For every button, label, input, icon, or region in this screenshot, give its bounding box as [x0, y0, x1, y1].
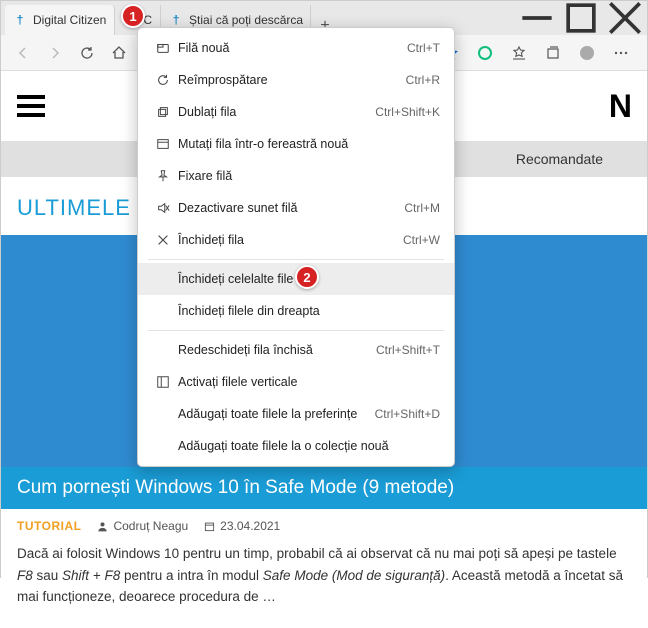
menu-separator [148, 330, 444, 331]
subnav-recommended[interactable]: Recomandate [492, 141, 627, 177]
menu-item-shortcut: Ctrl+Shift+T [376, 343, 440, 357]
menu-separator [148, 259, 444, 260]
menu-item-label: Închideți filele din dreapta [174, 304, 440, 318]
menu-item-pin[interactable]: Fixare filă [138, 160, 454, 192]
menu-button[interactable] [605, 38, 637, 68]
site-logo: N [609, 88, 631, 125]
home-button[interactable] [103, 38, 135, 68]
dup-icon [152, 105, 174, 119]
article-meta: TUTORIAL Codruț Neagu 23.04.2021 [1, 509, 647, 543]
menu-item-duplicate[interactable]: Dublați filaCtrl+Shift+K [138, 96, 454, 128]
menu-item-close[interactable]: Închideți filaCtrl+W [138, 224, 454, 256]
menu-item-addfav[interactable]: Adăugați toate filele la preferințeCtrl+… [138, 398, 454, 430]
article-category[interactable]: TUTORIAL [17, 519, 81, 533]
vertical-icon [152, 375, 174, 389]
profile-icon[interactable] [571, 38, 603, 68]
tab-label: Digital Citizen [33, 13, 106, 27]
menu-item-label: Redeschideți fila închisă [174, 343, 376, 357]
pin-icon [152, 169, 174, 183]
menu-item-label: Activați filele verticale [174, 375, 440, 389]
window-controls [515, 1, 647, 35]
menu-item-closeright[interactable]: Închideți filele din dreapta [138, 295, 454, 327]
menu-item-shortcut: Ctrl+T [407, 41, 440, 55]
window-close-button[interactable] [603, 1, 647, 35]
date-text: 23.04.2021 [220, 519, 280, 533]
callout-badge-2: 2 [295, 265, 319, 289]
author-name: Codruț Neagu [113, 519, 188, 533]
menu-item-mute[interactable]: Dezactivare sunet filăCtrl+M [138, 192, 454, 224]
grammarly-icon[interactable] [469, 38, 501, 68]
tab-context-menu: Filă nouăCtrl+TReîmprospătareCtrl+RDubla… [137, 27, 455, 467]
menu-item-label: Închideți fila [174, 233, 403, 247]
menu-item-label: Fixare filă [174, 169, 440, 183]
menu-item-label: Dublați fila [174, 105, 375, 119]
refresh-button[interactable] [71, 38, 103, 68]
callout-badge-1: 1 [121, 4, 145, 28]
menu-item-label: Adăugați toate filele la preferințe [174, 407, 375, 421]
forward-button[interactable] [39, 38, 71, 68]
menu-item-shortcut: Ctrl+Shift+D [375, 407, 440, 421]
menu-item-vertical[interactable]: Activați filele verticale [138, 366, 454, 398]
refresh-icon [152, 73, 174, 87]
x-icon [152, 233, 174, 247]
back-button[interactable] [7, 38, 39, 68]
menu-item-label: Filă nouă [174, 41, 407, 55]
mute-icon [152, 201, 174, 215]
menu-item-shortcut: Ctrl+R [406, 73, 440, 87]
favicon-icon: † [13, 13, 27, 27]
window-maximize-button[interactable] [559, 1, 603, 35]
article-date: 23.04.2021 [204, 519, 280, 533]
menu-item-shortcut: Ctrl+M [404, 201, 440, 215]
person-icon [97, 521, 108, 532]
menu-item-newtab[interactable]: Filă nouăCtrl+T [138, 32, 454, 64]
tab-close-icon[interactable]: ✕ [309, 13, 311, 27]
tab-icon [152, 41, 174, 55]
window-minimize-button[interactable] [515, 1, 559, 35]
menu-item-move[interactable]: Mutați fila într-o fereastră nouă [138, 128, 454, 160]
collections-icon[interactable] [537, 38, 569, 68]
menu-item-label: Mutați fila într-o fereastră nouă [174, 137, 440, 151]
tab-label: Știai că poți descărca [189, 13, 303, 27]
menu-item-shortcut: Ctrl+Shift+K [375, 105, 440, 119]
window-icon [152, 137, 174, 151]
menu-item-refresh[interactable]: ReîmprospătareCtrl+R [138, 64, 454, 96]
favicon-icon: † [169, 13, 183, 27]
menu-item-label: Dezactivare sunet filă [174, 201, 404, 215]
menu-item-label: Adăugați toate filele la o colecție nouă [174, 439, 440, 453]
calendar-icon [204, 521, 215, 532]
hamburger-icon[interactable] [17, 95, 45, 117]
menu-item-label: Reîmprospătare [174, 73, 406, 87]
menu-item-shortcut: Ctrl+W [403, 233, 440, 247]
article-title[interactable]: Cum pornești Windows 10 în Safe Mode (9 … [1, 467, 647, 509]
article-body: Dacă ai folosit Windows 10 pentru un tim… [1, 543, 647, 628]
article-author[interactable]: Codruț Neagu [97, 519, 188, 533]
menu-item-reopen[interactable]: Redeschideți fila închisăCtrl+Shift+T [138, 334, 454, 366]
favorites-list-icon[interactable] [503, 38, 535, 68]
browser-tab-0[interactable]: † Digital Citizen [5, 5, 115, 35]
menu-item-addcoll[interactable]: Adăugați toate filele la o colecție nouă [138, 430, 454, 462]
